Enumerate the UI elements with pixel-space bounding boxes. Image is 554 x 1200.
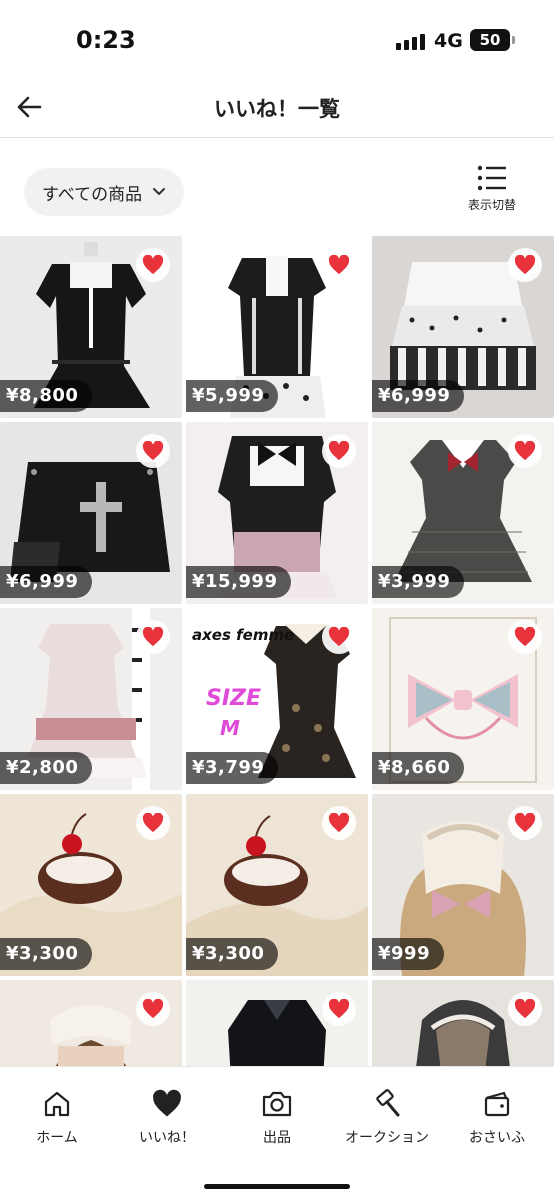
chevron-down-icon: [153, 188, 166, 195]
like-button[interactable]: [136, 434, 170, 468]
like-button[interactable]: [508, 992, 542, 1026]
product-card[interactable]: ¥3,300: [0, 794, 182, 976]
product-card[interactable]: ¥999: [372, 794, 554, 976]
nav-home-label: ホーム: [36, 1130, 78, 1146]
product-card[interactable]: axes femme SIZE M ¥3,799: [186, 608, 368, 790]
like-button[interactable]: [322, 806, 356, 840]
bottom-navigation: ホーム いいね！ 出品 オークション おさいふ: [0, 1066, 554, 1200]
heart-icon: [514, 441, 536, 461]
nav-wallet[interactable]: おさいふ: [442, 1089, 552, 1147]
price-tag: ¥15,999: [186, 566, 292, 598]
product-card[interactable]: ¥2,800: [0, 608, 182, 790]
status-time: 0:23: [76, 26, 136, 54]
list-view-icon: [477, 165, 506, 191]
home-indicator: [204, 1184, 350, 1189]
like-button[interactable]: [508, 434, 542, 468]
wallet-icon: [484, 1091, 510, 1117]
app-header: いいね！一覧: [0, 76, 554, 138]
size-overlay-value: M: [220, 716, 240, 740]
heart-icon: [153, 1089, 181, 1117]
product-card[interactable]: ¥6,999: [0, 422, 182, 604]
size-overlay-label: SIZE: [206, 686, 262, 711]
price-tag: ¥8,660: [372, 752, 465, 784]
nav-sell-label: 出品: [263, 1130, 291, 1146]
home-icon: [44, 1091, 70, 1117]
nav-sell[interactable]: 出品: [222, 1089, 332, 1147]
nav-home[interactable]: ホーム: [2, 1089, 112, 1147]
brand-overlay-text: axes femme: [192, 626, 295, 644]
price-tag: ¥3,999: [372, 566, 465, 598]
price-tag: ¥3,799: [186, 752, 279, 784]
like-button[interactable]: [322, 248, 356, 282]
like-button[interactable]: [136, 248, 170, 282]
like-button[interactable]: [136, 620, 170, 654]
auction-hammer-icon: [376, 1089, 400, 1117]
heart-icon: [142, 999, 164, 1019]
heart-icon: [514, 813, 536, 833]
heart-icon: [142, 255, 164, 275]
heart-icon: [328, 255, 350, 275]
product-card[interactable]: ¥3,300: [186, 794, 368, 976]
nav-auction-label: オークション: [345, 1130, 429, 1146]
network-type: 4G: [434, 30, 463, 52]
product-card[interactable]: ¥5,999: [186, 236, 368, 418]
product-card[interactable]: ¥8,660: [372, 608, 554, 790]
page-title: いいね！一覧: [214, 97, 340, 121]
view-toggle-label: 表示切替: [467, 198, 516, 212]
price-tag: ¥3,300: [186, 938, 279, 970]
nav-likes[interactable]: いいね！: [112, 1089, 222, 1147]
like-button[interactable]: [136, 992, 170, 1026]
product-card[interactable]: ¥3,999: [372, 422, 554, 604]
price-tag: ¥6,999: [372, 380, 465, 412]
status-bar: 0:23 4G 50: [0, 0, 554, 80]
heart-icon: [328, 813, 350, 833]
like-button[interactable]: [322, 620, 356, 654]
heart-icon: [328, 999, 350, 1019]
price-tag: ¥5,999: [186, 380, 279, 412]
price-tag: ¥8,800: [0, 380, 93, 412]
camera-icon: [262, 1091, 292, 1117]
heart-icon: [328, 627, 350, 647]
like-button[interactable]: [136, 806, 170, 840]
heart-icon: [514, 627, 536, 647]
like-button[interactable]: [322, 992, 356, 1026]
price-tag: ¥2,800: [0, 752, 93, 784]
battery-icon: 50: [470, 29, 515, 51]
nav-auction[interactable]: オークション: [332, 1089, 442, 1147]
like-button[interactable]: [508, 248, 542, 282]
product-card[interactable]: ¥8,800: [0, 236, 182, 418]
price-tag: ¥6,999: [0, 566, 93, 598]
price-tag: ¥3,300: [0, 938, 93, 970]
price-tag: ¥999: [372, 938, 445, 970]
like-button[interactable]: [508, 620, 542, 654]
heart-icon: [142, 813, 164, 833]
like-button[interactable]: [508, 806, 542, 840]
like-button[interactable]: [322, 434, 356, 468]
view-toggle-button[interactable]: 表示切替: [462, 164, 522, 220]
nav-wallet-label: おさいふ: [469, 1130, 525, 1146]
nav-likes-label: いいね！: [139, 1130, 195, 1146]
category-filter-dropdown[interactable]: すべての商品: [24, 168, 185, 216]
signal-strength-icon: [396, 34, 425, 50]
heart-icon: [328, 441, 350, 461]
heart-icon: [142, 441, 164, 461]
heart-icon: [514, 255, 536, 275]
heart-icon: [514, 999, 536, 1019]
category-filter-label: すべての商品: [42, 184, 143, 205]
product-card[interactable]: ¥6,999: [372, 236, 554, 418]
product-card[interactable]: ¥15,999: [186, 422, 368, 604]
heart-icon: [142, 627, 164, 647]
